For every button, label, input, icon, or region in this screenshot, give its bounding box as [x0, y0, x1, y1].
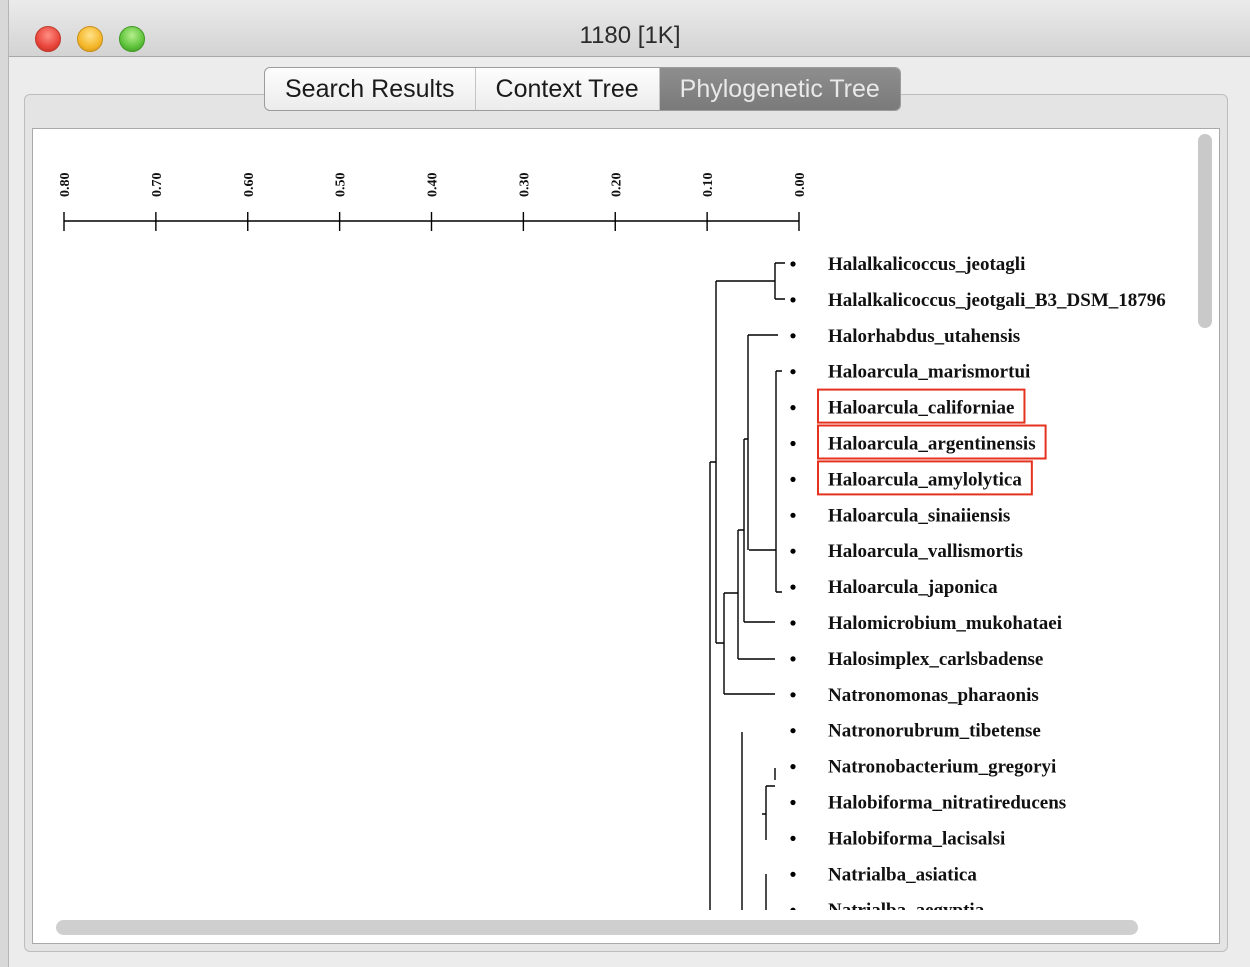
taxon-label[interactable]: Halorhabdus_utahensis: [828, 326, 1020, 347]
scale-tick-label: 0.60: [242, 173, 257, 198]
taxon-node-dot: [790, 871, 796, 877]
taxon-label[interactable]: Natronomonas_pharaonis: [828, 685, 1039, 706]
taxon-node-dot: [790, 440, 796, 447]
taxon-label[interactable]: Haloarcula_vallismortis: [828, 541, 1023, 562]
taxon-label[interactable]: Halobiforma_lacisalsi: [828, 828, 1005, 849]
scale-tick-label: 0.30: [517, 173, 532, 198]
scale-tick-label: 0.50: [334, 173, 349, 198]
taxon-label[interactable]: Haloarcula_sinaiiensis: [828, 505, 1010, 526]
scale-tick-label: 0.40: [426, 173, 441, 198]
taxon-label[interactable]: Natrialba_asiatica: [828, 864, 977, 885]
taxon-node-dot: [790, 369, 796, 375]
taxon-label[interactable]: Natronorubrum_tibetense: [828, 721, 1041, 742]
taxon-label[interactable]: Halobiforma_nitratireducens: [828, 793, 1066, 814]
scale-tick-label: 0.80: [58, 173, 73, 198]
taxon-node-dot: [790, 835, 796, 842]
taxon-node-dot: [790, 512, 796, 518]
taxon-node-dot: [790, 620, 796, 626]
taxon-label[interactable]: Haloarcula_californiae: [828, 398, 1014, 419]
horizontal-scrollbar-thumb[interactable]: [56, 920, 1138, 935]
taxon-label[interactable]: Haloarcula_marismortui: [828, 362, 1030, 383]
taxon-node-dot: [790, 656, 796, 662]
phylogenetic-tree-canvas: 0.80 0.70 0.60 0.50 0.40 0.30 0.20 0.10 0.00 Hal…: [58, 173, 1166, 921]
taxon-label[interactable]: Halomicrobium_mukohataei: [828, 613, 1062, 634]
vertical-scrollbar-thumb[interactable]: [1198, 134, 1212, 328]
taxon-node-dot: [790, 799, 796, 806]
taxon-node-dot: [790, 692, 796, 698]
scale-tick-label: 0.70: [150, 173, 165, 198]
scale-tick-label: 0.20: [609, 173, 624, 198]
taxon-label[interactable]: Halalkalicoccus_jeotgali_B3_DSM_18796: [828, 290, 1166, 311]
tree-branch-lines: [709, 262, 785, 910]
taxon-list: Halalkalicoccus_jeotagli Halalkalicoccus_…: [790, 254, 1166, 921]
taxon-label[interactable]: Haloarcula_japonica: [828, 577, 998, 598]
taxon-node-dot: [790, 333, 796, 339]
taxon-node-dot: [790, 405, 796, 411]
taxon-label[interactable]: Natronobacterium_gregoryi: [828, 757, 1056, 778]
taxon-label[interactable]: Natrialba_aegyptia: [828, 900, 985, 921]
taxon-label[interactable]: Haloarcula_argentinensis: [828, 434, 1036, 455]
distance-scale: 0.80 0.70 0.60 0.50 0.40 0.30 0.20 0.10 0.00: [58, 173, 808, 231]
scale-tick-label: 0.00: [793, 173, 808, 198]
taxon-node-dot: [790, 907, 796, 910]
taxon-label[interactable]: Halalkalicoccus_jeotagli: [828, 254, 1025, 275]
taxon-label[interactable]: Haloarcula_amylolytica: [828, 469, 1022, 490]
taxon-node-dot: [790, 261, 796, 267]
tree-branches: [709, 262, 785, 910]
taxon-node-dot: [790, 548, 796, 554]
taxon-node-dot: [790, 297, 796, 303]
taxon-node-dot: [790, 584, 796, 590]
taxon-node-dot: [790, 476, 796, 482]
taxon-node-dot: [790, 764, 796, 770]
taxon-label[interactable]: Halosimplex_carlsbadense: [828, 649, 1043, 670]
taxon-node-dot: [790, 728, 796, 734]
scale-tick-label: 0.10: [701, 173, 716, 198]
